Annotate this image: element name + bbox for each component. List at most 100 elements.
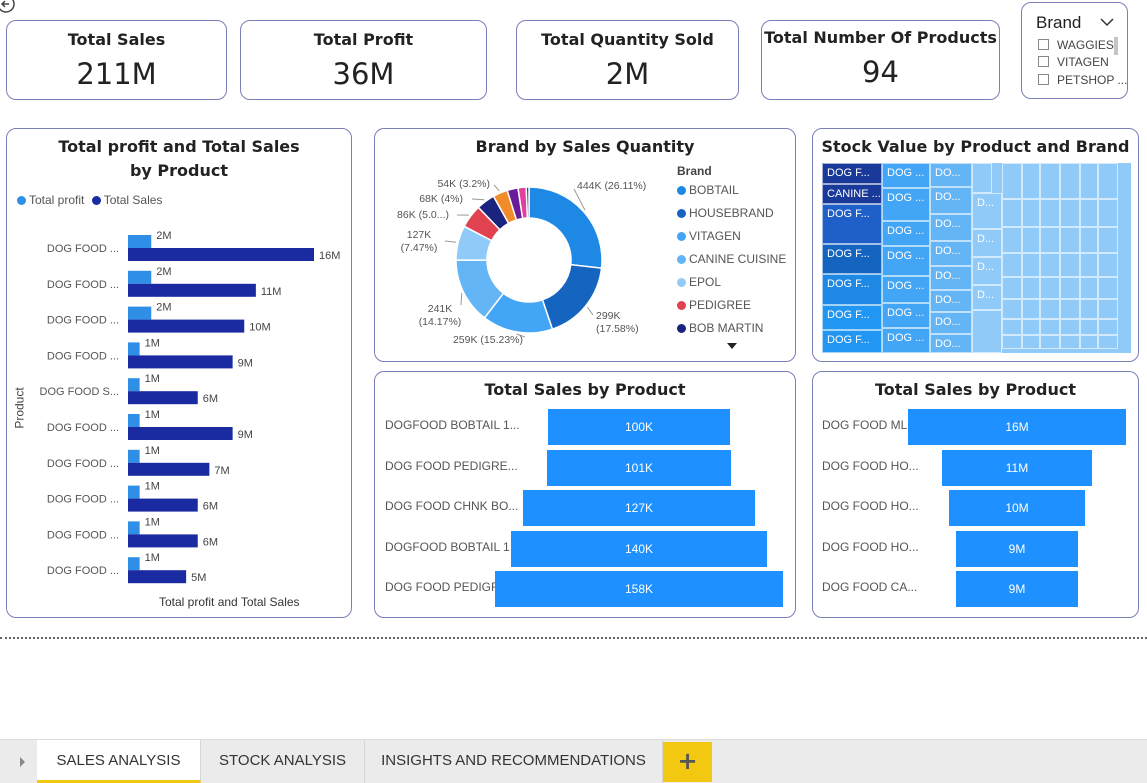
treemap-tile[interactable]: CANINE ... [822,184,882,204]
treemap-tile[interactable] [1060,277,1080,299]
treemap-tile[interactable]: D... [972,229,1002,257]
slicer-option[interactable]: WAGGIES [1038,38,1114,52]
treemap-tile[interactable]: DOG F... [822,244,882,274]
treemap-tile[interactable] [1098,253,1118,277]
treemap-tile[interactable] [1080,335,1098,349]
treemap-tile[interactable] [1040,319,1060,335]
treemap-tile[interactable]: DO... [930,334,972,353]
treemap-tile[interactable] [1040,199,1060,227]
treemap-tile[interactable] [1098,199,1118,227]
treemap-tile[interactable] [1080,319,1098,335]
treemap-tile[interactable]: D... [972,285,1002,310]
treemap-tile[interactable]: DO... [930,214,972,241]
tab-insights[interactable]: INSIGHTS AND RECOMMENDATIONS [365,740,663,783]
legend-item[interactable]: HOUSEBRAND [677,206,774,220]
funnel-bar[interactable]: 10M [948,490,1086,526]
treemap-tile[interactable] [1080,227,1098,253]
treemap-tile[interactable]: D... [972,257,1002,285]
treemap-tile[interactable]: DOG F... [822,274,882,305]
treemap-tile[interactable] [1060,199,1080,227]
treemap-tile[interactable] [1040,163,1060,199]
treemap-tile[interactable] [1002,277,1022,299]
add-page-button[interactable]: + [663,742,712,782]
treemap-tile[interactable] [1002,163,1022,199]
treemap-tile[interactable] [1060,163,1080,199]
treemap-tile[interactable]: DO... [930,163,972,187]
brand-slicer[interactable]: Brand WAGGIES VITAGEN PETSHOP ... [1021,2,1128,99]
legend-item[interactable]: VITAGEN [677,229,741,243]
treemap-tile[interactable] [1022,299,1040,319]
chevron-down-icon[interactable] [1100,17,1114,27]
treemap-tile[interactable] [1060,319,1080,335]
treemap-tile[interactable] [1022,227,1040,253]
funnel-bar[interactable]: 100K [547,409,731,445]
back-arrow-icon[interactable] [0,0,20,16]
treemap-tile[interactable] [1022,335,1040,349]
treemap-tile[interactable] [1098,335,1118,349]
funnel-bar[interactable]: 9M [955,530,1079,567]
treemap-tile[interactable] [1002,227,1022,253]
slicer-option[interactable]: PETSHOP ... [1038,73,1127,87]
treemap-tile[interactable] [1098,163,1118,199]
treemap-tile[interactable] [1040,335,1060,349]
treemap-tile[interactable] [1022,163,1040,199]
tab-sales-analysis[interactable]: SALES ANALYSIS [37,740,201,783]
treemap-tile[interactable]: DO... [930,312,972,334]
treemap-tile[interactable] [1060,253,1080,277]
checkbox[interactable] [1038,39,1049,50]
treemap-tile[interactable] [1098,299,1118,319]
legend-item[interactable]: PEDIGREE [677,298,751,312]
funnel-bar[interactable]: 127K [523,490,755,526]
legend-item[interactable]: BOBTAIL [677,183,739,197]
treemap-tile[interactable] [1060,299,1080,319]
treemap-tile[interactable] [1022,277,1040,299]
slicer-option[interactable]: VITAGEN [1038,55,1109,69]
funnel-bar[interactable]: 140K [511,530,767,567]
treemap-tile[interactable] [1022,253,1040,277]
slicer-scrollbar[interactable] [1114,37,1118,55]
treemap-tile[interactable]: DO... [930,266,972,290]
treemap-tile[interactable] [1040,277,1060,299]
treemap-tile[interactable] [1080,253,1098,277]
treemap-tile[interactable] [1080,199,1098,227]
funnel-bar[interactable]: 101K [546,449,732,486]
treemap-tile[interactable] [1022,319,1040,335]
treemap-tile[interactable]: DOG F... [822,305,882,330]
treemap-tile[interactable]: DOG ... [882,163,930,188]
treemap-tile[interactable] [1002,199,1022,227]
treemap-tile[interactable] [1002,319,1022,335]
checkbox[interactable] [1038,56,1049,67]
treemap-tile[interactable]: DOG F... [822,163,882,184]
treemap-tile[interactable] [1098,227,1118,253]
treemap-tile[interactable] [1080,163,1098,199]
treemap-tile[interactable] [1040,253,1060,277]
funnel-bar[interactable]: 11M [942,449,1092,486]
legend-item[interactable]: BOB MARTIN [677,321,763,335]
treemap-tile[interactable]: DOG ... [882,221,930,246]
treemap-tile[interactable] [1040,227,1060,253]
treemap-tile[interactable] [972,163,992,193]
treemap-tile[interactable] [1060,335,1080,349]
legend-more-icon[interactable] [727,343,737,350]
treemap-tile[interactable] [1060,227,1080,253]
legend-item[interactable]: CANINE CUISINE [677,252,786,266]
funnel-bar[interactable]: 158K [495,571,783,607]
treemap-tile[interactable]: DOG ... [882,246,930,276]
treemap-tile[interactable]: DO... [930,241,972,266]
treemap-tile[interactable] [972,310,1002,353]
treemap-tile[interactable]: DOG ... [882,276,930,303]
treemap-tile[interactable]: DO... [930,290,972,312]
treemap-tile[interactable]: D... [972,193,1002,229]
treemap-tile[interactable]: DO... [930,187,972,214]
treemap-tile[interactable] [1002,253,1022,277]
treemap-tile[interactable] [1098,277,1118,299]
treemap-tile[interactable] [1002,335,1022,349]
treemap-tile[interactable] [1080,277,1098,299]
treemap-tile[interactable] [1080,299,1098,319]
treemap-tile[interactable]: DOG ... [882,328,930,353]
treemap-tile[interactable] [1098,319,1118,335]
treemap-tile[interactable]: DOG F... [822,204,882,244]
legend-item[interactable]: EPOL [677,275,721,289]
checkbox[interactable] [1038,74,1049,85]
treemap-tile[interactable] [1022,199,1040,227]
